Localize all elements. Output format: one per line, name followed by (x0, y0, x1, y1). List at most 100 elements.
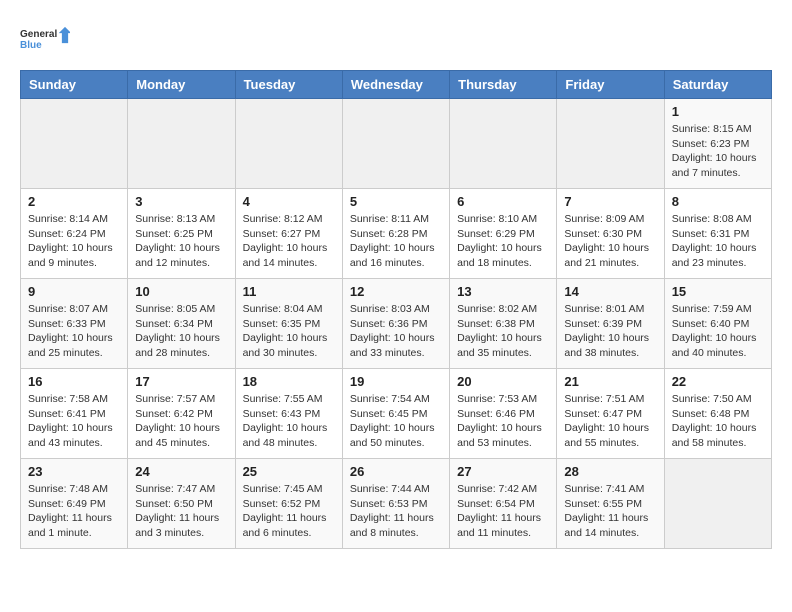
calendar-cell: 4 Sunrise: 8:12 AM Sunset: 6:27 PM Daylig… (235, 189, 342, 279)
calendar-cell: 20 Sunrise: 7:53 AM Sunset: 6:46 PM Dayli… (450, 369, 557, 459)
day-info: Sunrise: 7:54 AM Sunset: 6:45 PM Dayligh… (350, 392, 442, 451)
calendar-cell (664, 459, 771, 549)
week-row-2: 2 Sunrise: 8:14 AM Sunset: 6:24 PM Daylig… (21, 189, 772, 279)
day-info: Sunrise: 8:05 AM Sunset: 6:34 PM Dayligh… (135, 302, 227, 361)
svg-text:General: General (20, 29, 57, 40)
day-info: Sunrise: 7:59 AM Sunset: 6:40 PM Dayligh… (672, 302, 764, 361)
calendar-cell (235, 99, 342, 189)
calendar-cell: 9Sunrise: 8:07 AM Sunset: 6:33 PM Daylig… (21, 279, 128, 369)
day-number: 10 (135, 284, 227, 299)
logo: General Blue (20, 20, 70, 60)
week-row-4: 16 Sunrise: 7:58 AM Sunset: 6:41 PM Dayli… (21, 369, 772, 459)
day-info: Sunrise: 7:48 AM Sunset: 6:49 PM Dayligh… (28, 482, 120, 541)
day-info: Sunrise: 7:47 AM Sunset: 6:50 PM Dayligh… (135, 482, 227, 541)
day-number: 25 (243, 464, 335, 479)
calendar-header-row: SundayMondayTuesdayWednesdayThursdayFrid… (21, 71, 772, 99)
day-info: Sunrise: 7:50 AM Sunset: 6:48 PM Dayligh… (672, 392, 764, 451)
day-number: 27 (457, 464, 549, 479)
header-sunday: Sunday (21, 71, 128, 99)
day-number: 3 (135, 194, 227, 209)
day-number: 17 (135, 374, 227, 389)
day-info: Sunrise: 7:57 AM Sunset: 6:42 PM Dayligh… (135, 392, 227, 451)
calendar-cell: 14 Sunrise: 8:01 AM Sunset: 6:39 PM Dayli… (557, 279, 664, 369)
logo-svg: General Blue (20, 20, 70, 60)
day-number: 15 (672, 284, 764, 299)
calendar-cell: 27 Sunrise: 7:42 AM Sunset: 6:54 PM Dayli… (450, 459, 557, 549)
day-number: 6 (457, 194, 549, 209)
day-info: Sunrise: 8:11 AM Sunset: 6:28 PM Dayligh… (350, 212, 442, 271)
calendar-cell: 3 Sunrise: 8:13 AM Sunset: 6:25 PM Daylig… (128, 189, 235, 279)
header-tuesday: Tuesday (235, 71, 342, 99)
page-header: General Blue (20, 20, 772, 60)
calendar-cell (128, 99, 235, 189)
day-number: 11 (243, 284, 335, 299)
calendar-cell (21, 99, 128, 189)
day-number: 21 (564, 374, 656, 389)
day-number: 22 (672, 374, 764, 389)
day-number: 20 (457, 374, 549, 389)
header-thursday: Thursday (450, 71, 557, 99)
day-info: Sunrise: 8:12 AM Sunset: 6:27 PM Dayligh… (243, 212, 335, 271)
day-info: Sunrise: 8:01 AM Sunset: 6:39 PM Dayligh… (564, 302, 656, 361)
calendar-cell: 1Sunrise: 8:15 AM Sunset: 6:23 PM Daylig… (664, 99, 771, 189)
calendar-cell (557, 99, 664, 189)
day-info: Sunrise: 7:55 AM Sunset: 6:43 PM Dayligh… (243, 392, 335, 451)
day-info: Sunrise: 8:02 AM Sunset: 6:38 PM Dayligh… (457, 302, 549, 361)
day-number: 26 (350, 464, 442, 479)
day-number: 24 (135, 464, 227, 479)
calendar-cell: 24 Sunrise: 7:47 AM Sunset: 6:50 PM Dayli… (128, 459, 235, 549)
day-info: Sunrise: 8:07 AM Sunset: 6:33 PM Dayligh… (28, 302, 120, 361)
day-info: Sunrise: 8:09 AM Sunset: 6:30 PM Dayligh… (564, 212, 656, 271)
calendar-cell: 21Sunrise: 7:51 AM Sunset: 6:47 PM Dayli… (557, 369, 664, 459)
day-info: Sunrise: 7:58 AM Sunset: 6:41 PM Dayligh… (28, 392, 120, 451)
day-number: 12 (350, 284, 442, 299)
day-info: Sunrise: 7:42 AM Sunset: 6:54 PM Dayligh… (457, 482, 549, 541)
calendar-cell: 2 Sunrise: 8:14 AM Sunset: 6:24 PM Daylig… (21, 189, 128, 279)
calendar-cell: 25 Sunrise: 7:45 AM Sunset: 6:52 PM Dayli… (235, 459, 342, 549)
calendar-cell (342, 99, 449, 189)
day-number: 2 (28, 194, 120, 209)
header-monday: Monday (128, 71, 235, 99)
calendar-cell: 15 Sunrise: 7:59 AM Sunset: 6:40 PM Dayli… (664, 279, 771, 369)
day-info: Sunrise: 7:53 AM Sunset: 6:46 PM Dayligh… (457, 392, 549, 451)
calendar-cell: 6 Sunrise: 8:10 AM Sunset: 6:29 PM Daylig… (450, 189, 557, 279)
day-info: Sunrise: 8:10 AM Sunset: 6:29 PM Dayligh… (457, 212, 549, 271)
week-row-5: 23 Sunrise: 7:48 AM Sunset: 6:49 PM Dayli… (21, 459, 772, 549)
calendar-cell: 10 Sunrise: 8:05 AM Sunset: 6:34 PM Dayli… (128, 279, 235, 369)
week-row-1: 1Sunrise: 8:15 AM Sunset: 6:23 PM Daylig… (21, 99, 772, 189)
calendar-cell: 5 Sunrise: 8:11 AM Sunset: 6:28 PM Daylig… (342, 189, 449, 279)
day-number: 13 (457, 284, 549, 299)
day-info: Sunrise: 8:03 AM Sunset: 6:36 PM Dayligh… (350, 302, 442, 361)
calendar-cell: 13 Sunrise: 8:02 AM Sunset: 6:38 PM Dayli… (450, 279, 557, 369)
calendar-cell (450, 99, 557, 189)
header-wednesday: Wednesday (342, 71, 449, 99)
day-info: Sunrise: 8:14 AM Sunset: 6:24 PM Dayligh… (28, 212, 120, 271)
calendar-cell: 18 Sunrise: 7:55 AM Sunset: 6:43 PM Dayli… (235, 369, 342, 459)
calendar-cell: 28 Sunrise: 7:41 AM Sunset: 6:55 PM Dayli… (557, 459, 664, 549)
day-number: 16 (28, 374, 120, 389)
calendar-table: SundayMondayTuesdayWednesdayThursdayFrid… (20, 70, 772, 549)
day-number: 4 (243, 194, 335, 209)
calendar-cell: 8 Sunrise: 8:08 AM Sunset: 6:31 PM Daylig… (664, 189, 771, 279)
day-number: 28 (564, 464, 656, 479)
day-number: 1 (672, 104, 764, 119)
calendar-cell: 17 Sunrise: 7:57 AM Sunset: 6:42 PM Dayli… (128, 369, 235, 459)
header-friday: Friday (557, 71, 664, 99)
svg-text:Blue: Blue (20, 40, 42, 51)
day-info: Sunrise: 7:45 AM Sunset: 6:52 PM Dayligh… (243, 482, 335, 541)
day-number: 23 (28, 464, 120, 479)
day-number: 19 (350, 374, 442, 389)
day-info: Sunrise: 7:44 AM Sunset: 6:53 PM Dayligh… (350, 482, 442, 541)
day-info: Sunrise: 8:08 AM Sunset: 6:31 PM Dayligh… (672, 212, 764, 271)
calendar-cell: 23 Sunrise: 7:48 AM Sunset: 6:49 PM Dayli… (21, 459, 128, 549)
day-info: Sunrise: 8:13 AM Sunset: 6:25 PM Dayligh… (135, 212, 227, 271)
day-number: 7 (564, 194, 656, 209)
day-info: Sunrise: 7:41 AM Sunset: 6:55 PM Dayligh… (564, 482, 656, 541)
calendar-cell: 11Sunrise: 8:04 AM Sunset: 6:35 PM Dayli… (235, 279, 342, 369)
day-number: 5 (350, 194, 442, 209)
calendar-cell: 7 Sunrise: 8:09 AM Sunset: 6:30 PM Daylig… (557, 189, 664, 279)
day-number: 8 (672, 194, 764, 209)
day-number: 14 (564, 284, 656, 299)
week-row-3: 9Sunrise: 8:07 AM Sunset: 6:33 PM Daylig… (21, 279, 772, 369)
day-number: 18 (243, 374, 335, 389)
